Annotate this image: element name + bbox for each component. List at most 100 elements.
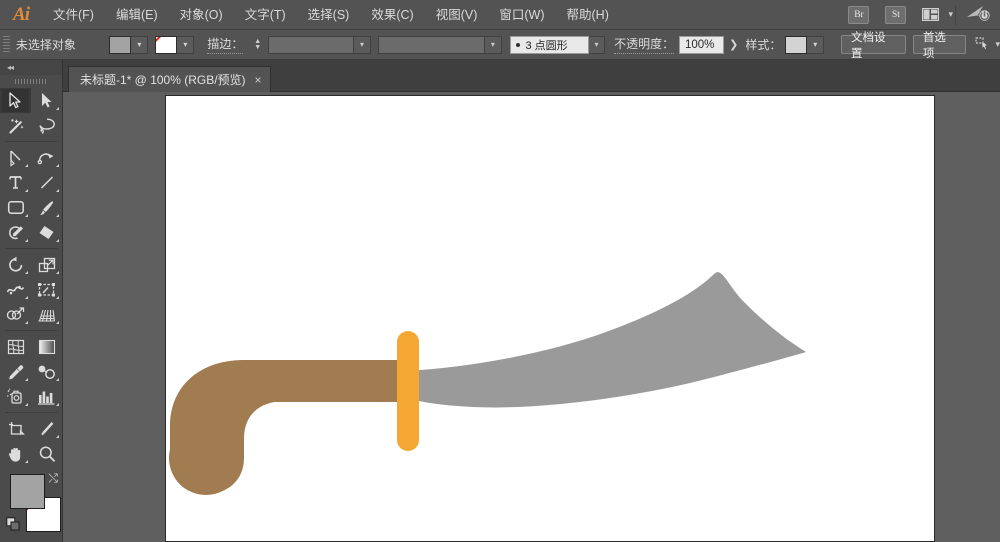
tool-flyout-indicator[interactable] bbox=[56, 164, 59, 167]
tool-flyout-indicator[interactable] bbox=[56, 296, 59, 299]
tool-pen[interactable] bbox=[0, 145, 31, 170]
tool-magic-wand[interactable] bbox=[0, 113, 31, 138]
default-fill-stroke-icon[interactable] bbox=[6, 517, 21, 535]
artboard[interactable] bbox=[165, 95, 935, 542]
tool-flyout-indicator[interactable] bbox=[56, 271, 59, 274]
align-chevron-down-icon[interactable]: ▾ bbox=[995, 39, 1000, 50]
sync-settings-icon[interactable] bbox=[966, 4, 992, 25]
tool-flyout-indicator[interactable] bbox=[25, 189, 28, 192]
tool-flyout-indicator[interactable] bbox=[56, 107, 59, 110]
menu-file[interactable]: 文件(F) bbox=[42, 0, 105, 30]
menu-object[interactable]: 对象(O) bbox=[169, 0, 234, 30]
tool-flyout-indicator[interactable] bbox=[25, 321, 28, 324]
brush-chevron-down-icon[interactable]: ▾ bbox=[589, 36, 606, 54]
tool-curvature[interactable] bbox=[31, 145, 62, 170]
stroke-swatch-group[interactable]: ▾ bbox=[155, 36, 194, 54]
tool-symbol-sprayer[interactable] bbox=[0, 384, 31, 409]
tool-flyout-indicator[interactable] bbox=[25, 271, 28, 274]
menu-effect[interactable]: 效果(C) bbox=[360, 0, 424, 30]
tool-lasso[interactable] bbox=[31, 113, 62, 138]
tool-line-segment[interactable] bbox=[31, 170, 62, 195]
tool-flyout-indicator[interactable] bbox=[56, 403, 59, 406]
menu-edit[interactable]: 编辑(E) bbox=[105, 0, 169, 30]
tool-shaper[interactable] bbox=[0, 220, 31, 245]
tool-gradient[interactable] bbox=[31, 334, 62, 359]
arrange-documents-icon[interactable] bbox=[922, 8, 939, 21]
tool-artboard[interactable] bbox=[0, 416, 31, 441]
bridge-button[interactable]: Br bbox=[848, 6, 869, 24]
tool-perspective-grid[interactable] bbox=[31, 302, 62, 327]
collapse-panel-icon[interactable]: ◂◂ bbox=[0, 60, 62, 75]
stock-button[interactable]: St bbox=[885, 6, 906, 24]
menu-window[interactable]: 窗口(W) bbox=[488, 0, 555, 30]
tool-flyout-indicator[interactable] bbox=[25, 296, 28, 299]
tool-paintbrush[interactable] bbox=[31, 195, 62, 220]
stroke-weight-stepper[interactable]: ▲▼ bbox=[251, 36, 264, 54]
tool-rectangle[interactable] bbox=[0, 195, 31, 220]
document-setup-button[interactable]: 文档设置 bbox=[841, 35, 906, 54]
align-to-selection-icon[interactable] bbox=[973, 36, 990, 54]
tool-column-graph[interactable] bbox=[31, 384, 62, 409]
tool-type[interactable] bbox=[0, 170, 31, 195]
stroke-swatch[interactable] bbox=[155, 36, 177, 54]
tool-slice[interactable] bbox=[31, 416, 62, 441]
control-bar-grip[interactable] bbox=[3, 36, 10, 54]
tool-mesh[interactable] bbox=[0, 334, 31, 359]
close-icon[interactable]: × bbox=[255, 74, 262, 86]
graphic-style-swatch[interactable] bbox=[785, 36, 807, 54]
tool-selection[interactable] bbox=[0, 88, 31, 113]
tool-shape-builder[interactable] bbox=[0, 302, 31, 327]
tool-flyout-indicator[interactable] bbox=[25, 214, 28, 217]
tool-flyout-indicator[interactable] bbox=[25, 164, 28, 167]
tool-flyout-indicator[interactable] bbox=[56, 435, 59, 438]
document-tab[interactable]: 未标题-1* @ 100% (RGB/预览) × bbox=[68, 66, 271, 92]
tool-zoom[interactable] bbox=[31, 441, 62, 466]
tool-width[interactable] bbox=[0, 277, 31, 302]
style-chevron-down-icon[interactable]: ▾ bbox=[807, 36, 824, 54]
brush-definition-select[interactable]: 3 点圆形 bbox=[510, 36, 588, 54]
tool-flyout-indicator[interactable] bbox=[56, 214, 59, 217]
fill-chevron-down-icon[interactable]: ▾ bbox=[131, 36, 148, 54]
menu-type[interactable]: 文字(T) bbox=[234, 0, 297, 30]
tool-blend[interactable] bbox=[31, 359, 62, 384]
blade-shape[interactable] bbox=[406, 272, 806, 407]
tool-flyout-indicator[interactable] bbox=[56, 189, 59, 192]
stroke-profile-input[interactable] bbox=[378, 36, 486, 54]
tool-direct-selection[interactable] bbox=[31, 88, 62, 113]
machete-illustration[interactable] bbox=[166, 96, 934, 541]
tool-free-transform[interactable] bbox=[31, 277, 62, 302]
tool-hand[interactable] bbox=[0, 441, 31, 466]
tools-group-drawing bbox=[0, 145, 62, 245]
stroke-chevron-down-icon[interactable]: ▾ bbox=[177, 36, 194, 54]
fill-color-box[interactable] bbox=[10, 474, 45, 509]
preferences-button[interactable]: 首选项 bbox=[913, 35, 967, 54]
tool-flyout-indicator[interactable] bbox=[25, 378, 28, 381]
tool-flyout-indicator[interactable] bbox=[25, 460, 28, 463]
stroke-profile-chevron-down-icon[interactable]: ▾ bbox=[485, 36, 502, 54]
tool-flyout-indicator[interactable] bbox=[56, 378, 59, 381]
opacity-input[interactable]: 100% bbox=[679, 36, 724, 54]
tool-flyout-indicator[interactable] bbox=[25, 403, 28, 406]
menu-view[interactable]: 视图(V) bbox=[425, 0, 489, 30]
stroke-weight-input[interactable] bbox=[268, 36, 354, 54]
graphic-style-group[interactable]: ▾ bbox=[785, 36, 824, 54]
guard-shape[interactable] bbox=[397, 331, 419, 451]
style-label: 样式： bbox=[745, 36, 781, 53]
fill-swatch-group[interactable]: ▾ bbox=[109, 36, 148, 54]
arrange-chevron-down-icon[interactable]: ▾ bbox=[948, 9, 953, 20]
opacity-expand-icon[interactable]: ❯ bbox=[729, 38, 738, 51]
document-area[interactable] bbox=[63, 92, 1000, 542]
tool-flyout-indicator[interactable] bbox=[56, 239, 59, 242]
menu-help[interactable]: 帮助(H) bbox=[556, 0, 620, 30]
tool-eraser[interactable] bbox=[31, 220, 62, 245]
menu-select[interactable]: 选择(S) bbox=[297, 0, 361, 30]
stroke-weight-chevron-down-icon[interactable]: ▾ bbox=[354, 36, 371, 54]
tool-flyout-indicator[interactable] bbox=[25, 239, 28, 242]
tool-eyedropper[interactable] bbox=[0, 359, 31, 384]
tool-flyout-indicator[interactable] bbox=[56, 321, 59, 324]
fill-swatch[interactable] bbox=[109, 36, 131, 54]
swap-fill-stroke-icon[interactable]: ⤭ bbox=[48, 471, 58, 486]
tool-rotate[interactable] bbox=[0, 252, 31, 277]
tools-panel-grip[interactable] bbox=[0, 75, 62, 88]
tool-scale[interactable] bbox=[31, 252, 62, 277]
